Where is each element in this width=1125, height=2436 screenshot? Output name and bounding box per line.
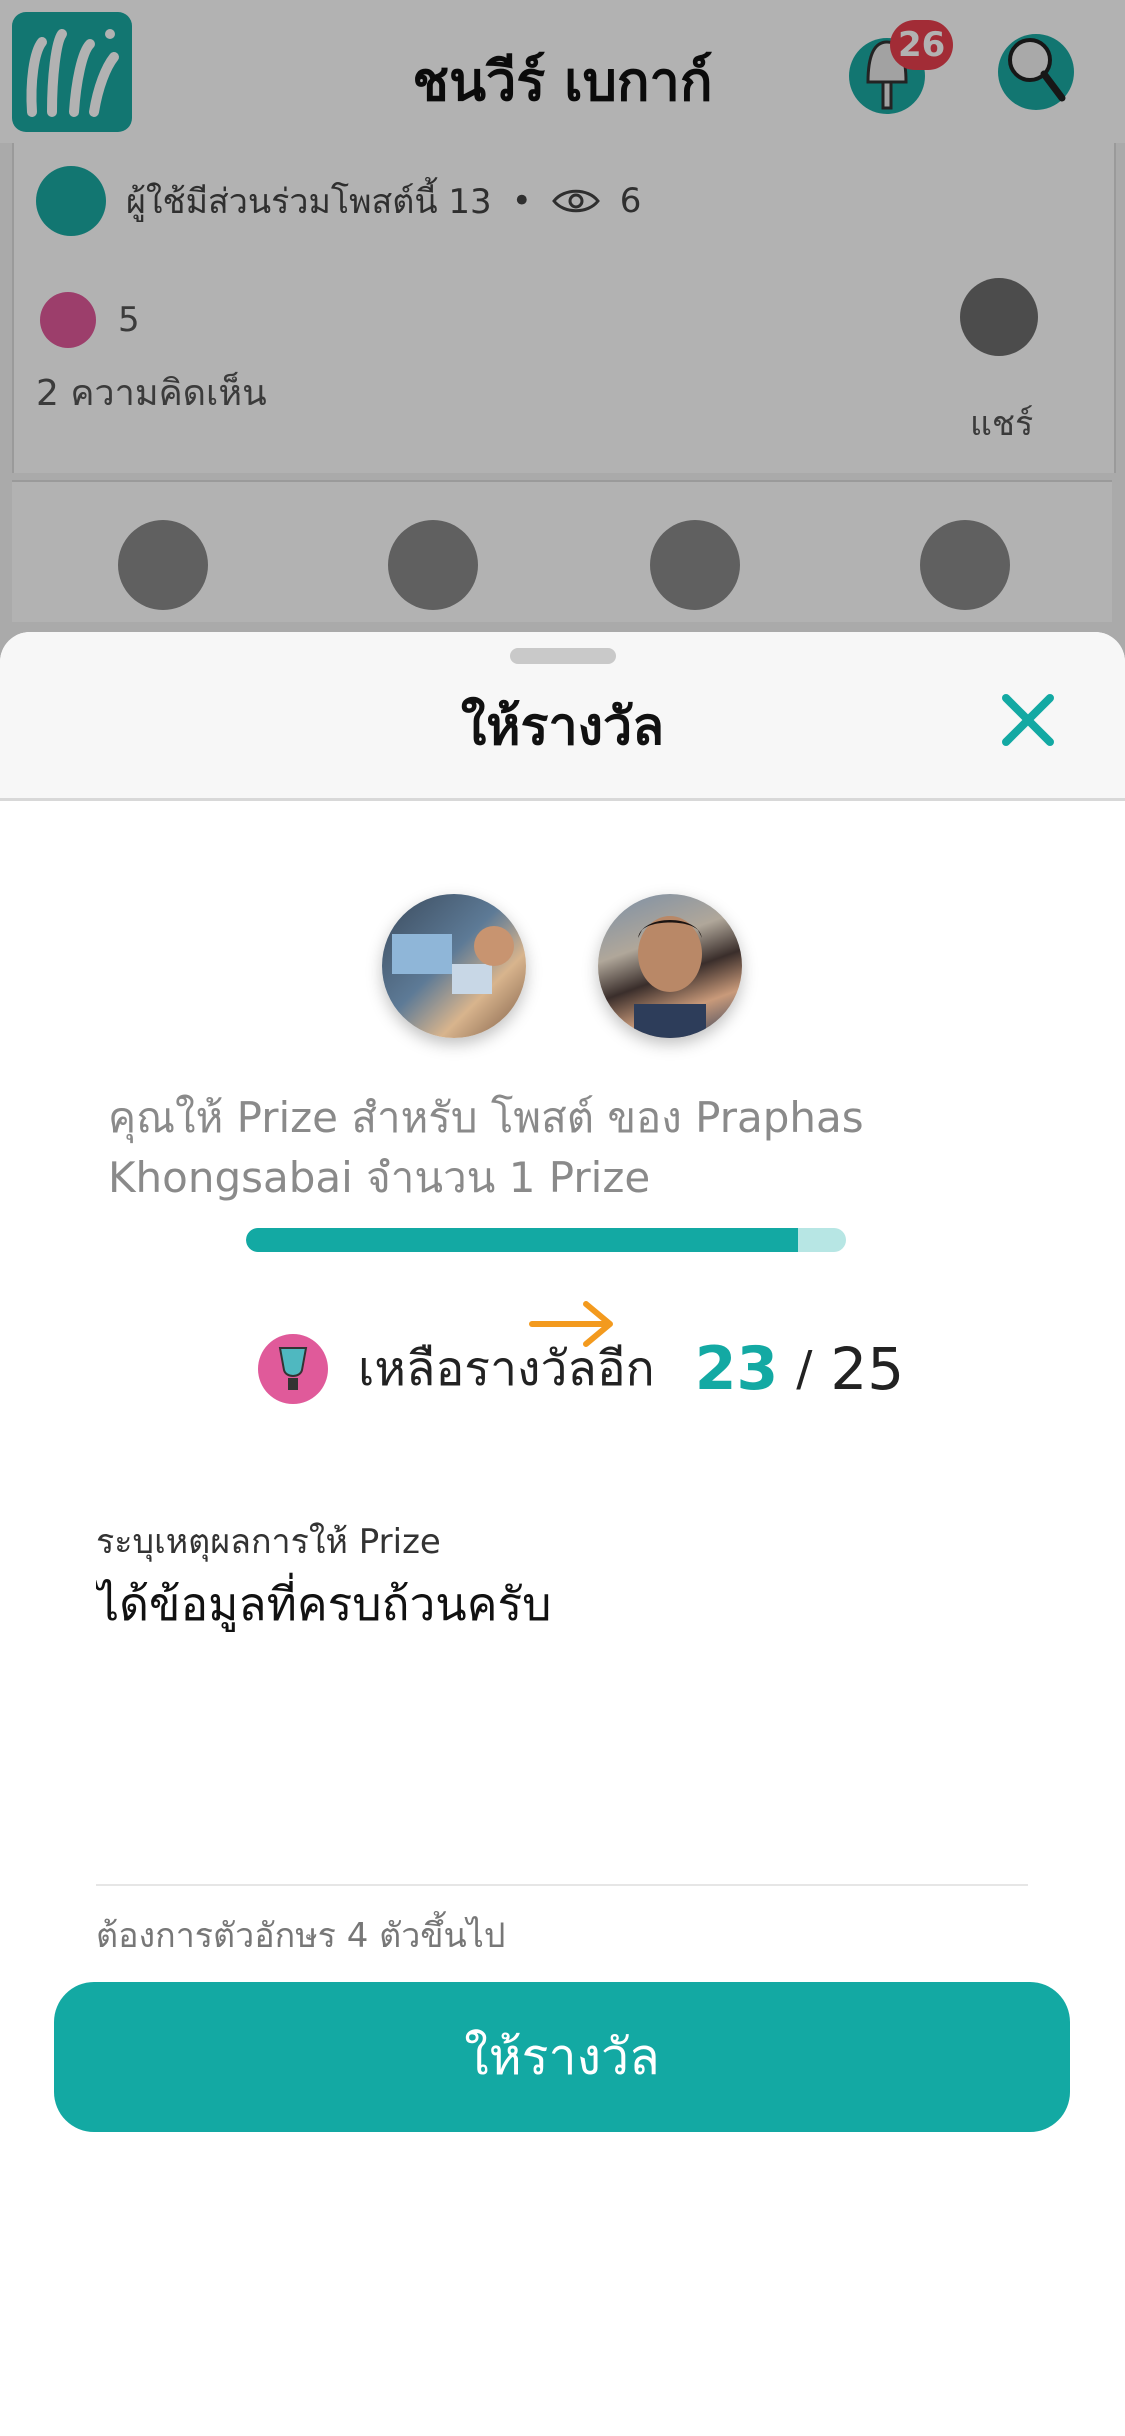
reason-label: ระบุเหตุผลการให้ Prize bbox=[96, 1522, 441, 1562]
sheet-title: ให้รางวัล bbox=[460, 697, 665, 757]
remaining-slash: / bbox=[796, 1341, 813, 1397]
remaining-label: เหลือรางวัลอีก bbox=[358, 1341, 655, 1397]
trophy-icon bbox=[258, 1334, 328, 1404]
recipient-avatar bbox=[598, 894, 742, 1038]
award-sheet: ให้รางวัล คุณให้ Prize สำหรับ โพสต์ ของ … bbox=[0, 632, 1125, 2436]
close-button[interactable] bbox=[992, 684, 1064, 756]
sender-photo bbox=[392, 926, 514, 994]
recipient-photo bbox=[634, 916, 706, 1038]
give-award-button[interactable]: ให้รางวัล bbox=[54, 1982, 1070, 2132]
prize-progress-bar bbox=[246, 1228, 846, 1252]
remaining-count: 23 bbox=[694, 1334, 779, 1404]
total-count: 25 bbox=[830, 1335, 905, 1403]
transfer-avatars bbox=[0, 894, 1125, 1347]
drag-handle[interactable] bbox=[510, 648, 616, 664]
reason-input[interactable]: ได้ข้อมูลที่ครบถ้วนครับ bbox=[96, 1568, 1026, 1818]
modal-overlay[interactable] bbox=[0, 0, 1125, 700]
award-description: คุณให้ Prize สำหรับ โพสต์ ของ Praphas Kh… bbox=[108, 1093, 864, 1202]
progress-fill bbox=[246, 1228, 798, 1252]
sender-avatar bbox=[382, 894, 526, 1038]
background-page: ชนวีร์ เบกาก์ 26 ผู้ใช้มีส่วนร่วมโพสต์นี… bbox=[0, 0, 1125, 700]
reason-underline bbox=[96, 1884, 1028, 1886]
close-icon bbox=[1002, 694, 1054, 746]
remaining-prizes: เหลือรางวัลอีก 23 / 25 bbox=[258, 1314, 904, 1424]
sheet-header: ให้รางวัล bbox=[0, 632, 1125, 801]
reason-hint: ต้องการตัวอักษร 4 ตัวขึ้นไป bbox=[96, 1916, 506, 1956]
